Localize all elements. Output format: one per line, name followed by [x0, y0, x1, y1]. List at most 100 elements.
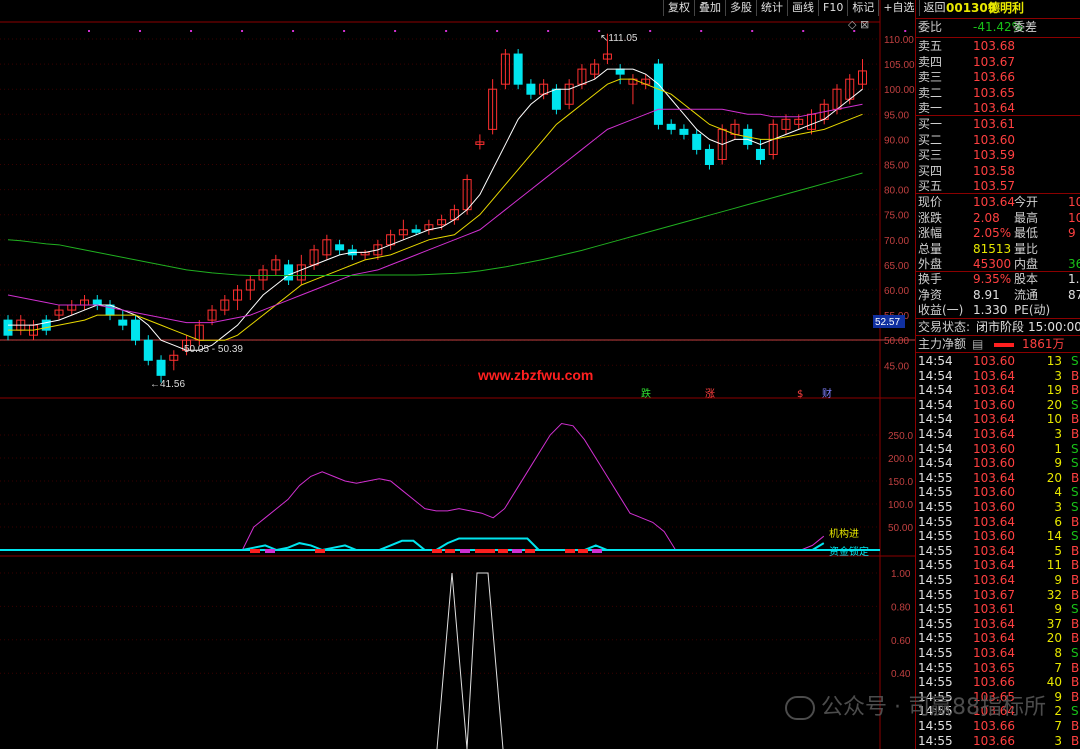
tick-row[interactable]: 14:54 103.60 20 S — [918, 398, 1080, 414]
ind1-signal-bar — [525, 549, 535, 553]
toolbar-btn-biaoji[interactable]: 标记 — [847, 0, 878, 16]
tick-row[interactable]: 14:54 103.64 3 B — [918, 369, 1080, 385]
price-axis-tick: 85.00 — [884, 161, 909, 172]
price-axis-tick: 110.00 — [884, 35, 914, 46]
ind2-line — [436, 572, 504, 749]
tick-row[interactable]: 14:55 103.60 3 S — [918, 500, 1080, 516]
ind1-signal-bar — [512, 549, 522, 553]
tick-row[interactable]: 14:54 103.64 3 B — [918, 427, 1080, 443]
candle-body — [131, 319, 141, 341]
quote-row: 换手 9.35% 股本 1. — [918, 272, 1080, 286]
tick-row[interactable]: 14:55 103.64 11 B — [918, 558, 1080, 574]
candle-body — [666, 123, 676, 130]
ind2-axis-tick: 0.60 — [891, 636, 911, 647]
panel-toggle-icons[interactable]: ◇ ⊠ — [848, 18, 869, 31]
toolbar-btn-duogu[interactable]: 多股 — [725, 0, 756, 16]
range-label: 50.05 - 50.39 — [184, 344, 243, 355]
quote-row: 卖三 103.66 — [918, 70, 1015, 84]
stock-header: 001309 德明利 — [918, 1, 1080, 17]
low-label: ←41.56 — [150, 379, 185, 390]
ind1-cyan-line — [60, 537, 825, 552]
price-tag-text: 52.57 — [875, 317, 900, 328]
candle-body — [335, 244, 345, 251]
tick-row[interactable]: 14:55 103.61 9 S — [918, 602, 1080, 618]
tick-row[interactable]: 14:55 103.64 6 B — [918, 515, 1080, 531]
toolbar: 复权 叠加 多股 统计 画线 F10 标记 +自选 返回 — [663, 0, 950, 16]
ind1-signal-bar — [460, 549, 470, 553]
quote-row: 买四 103.58 — [918, 163, 1015, 178]
tick-row[interactable]: 14:55 103.64 5 B — [918, 544, 1080, 560]
quote-row: 卖二 103.65 — [918, 85, 1015, 100]
toolbar-btn-tongji[interactable]: 统计 — [756, 0, 787, 16]
tick-row[interactable]: 14:54 103.60 13 S — [918, 354, 1080, 370]
tick-row[interactable]: 14:55 103.64 20 B — [918, 631, 1080, 647]
quote-row: 买一 103.61 — [918, 117, 1015, 131]
tick-row[interactable]: 14:54 103.64 10 B — [918, 412, 1080, 428]
quote-row: 净资8.91流通872 — [918, 287, 1080, 302]
tick-row[interactable]: 14:54 103.60 9 S — [918, 456, 1080, 472]
kline-chart[interactable]: 110.00 105.00 100.00 95.00 90.00 85.00 80.00 75… — [0, 0, 915, 749]
price-axis-tick: 75.00 — [884, 211, 909, 222]
candle-body — [692, 133, 702, 150]
price-axis-tick: 60.00 — [884, 286, 909, 297]
ind1-axis-tick: 50.00 — [888, 523, 913, 534]
event-mark: 涨 — [705, 388, 715, 400]
candle-body — [615, 68, 625, 75]
toolbar-btn-f10[interactable]: F10 — [818, 0, 847, 16]
tick-row[interactable]: 14:55 103.64 37 B — [918, 617, 1080, 633]
quote-row: 买二 103.60 — [918, 132, 1015, 147]
candle-body — [3, 319, 13, 336]
tick-row[interactable]: 14:55 103.64 8 S — [918, 646, 1080, 662]
tick-row[interactable]: 14:55 103.65 7 B — [918, 661, 1080, 677]
weibi-row: 委比 -41.42% 委差 — [918, 20, 1038, 34]
ind1-axis-tick: 200.0 — [888, 454, 913, 465]
quote-row: 收益(一) 1.330 PE(动) — [918, 303, 1051, 317]
quote-row: 买三 103.59 — [918, 148, 1015, 162]
tick-row[interactable]: 14:55 103.60 14 S — [918, 529, 1080, 545]
quote-row: 涨幅 2.05% 最低 9 — [918, 226, 1076, 240]
tick-row[interactable]: 14:55 103.60 4 S — [918, 485, 1080, 501]
main-flow: 主力净额 ▤ 1861万 — [918, 337, 1065, 352]
ind1-signal-bar — [565, 549, 575, 553]
tick-row[interactable]: 14:55 103.64 9 B — [918, 573, 1080, 589]
candle-body — [411, 229, 421, 233]
candle-body — [679, 128, 689, 135]
tick-row[interactable]: 14:54 103.60 1 S — [918, 442, 1080, 458]
website-text: www.zbzfwu.com — [477, 367, 593, 383]
candle-body — [92, 299, 102, 306]
tick-row[interactable]: 14:55 103.66 3 B — [918, 734, 1080, 749]
quote-row: 卖四 103.67 — [918, 54, 1015, 69]
ind1-signal-bar — [315, 549, 325, 553]
tick-row[interactable]: 14:55 103.64 20 B — [918, 471, 1080, 487]
ind1-signal-bar — [250, 549, 260, 553]
candle-body — [526, 83, 536, 95]
ind1-axis-tick: 100.0 — [888, 500, 913, 511]
event-mark: 跌 — [641, 387, 651, 400]
toolbar-btn-diejia[interactable]: 叠加 — [694, 0, 725, 16]
tick-row[interactable]: 14:54 103.64 19 B — [918, 383, 1080, 399]
event-mark: 财 — [822, 387, 832, 400]
candle-body — [653, 63, 663, 125]
ma10-line — [8, 78, 863, 341]
ind2-axis-tick: 0.40 — [891, 669, 911, 680]
candle-body — [156, 359, 166, 376]
ma60-line — [7, 172, 863, 276]
price-axis-tick: 70.00 — [884, 236, 909, 247]
candle-body — [118, 319, 128, 326]
price-axis-tick: 105.00 — [884, 60, 915, 71]
candle-body — [704, 148, 714, 166]
toolbar-btn-zixuan[interactable]: +自选 — [878, 0, 918, 16]
tick-row[interactable]: 14:55 103.67 32 B — [918, 588, 1080, 604]
toolbar-btn-fuquan[interactable]: 复权 — [663, 0, 694, 16]
ind1-label-jigoujin: 机构进 — [829, 527, 859, 540]
quote-row: 现价 103.64 今开 10 — [918, 195, 1080, 209]
toolbar-btn-huaxian[interactable]: 画线 — [787, 0, 818, 16]
ind1-signal-bar — [578, 549, 588, 553]
flow-info-icon[interactable]: ▤ — [972, 337, 983, 352]
quote-row: 卖五 103.68 — [918, 39, 1015, 53]
tick-row[interactable]: 14:55 103.66 7 B — [918, 719, 1080, 735]
candlestick-series — [3, 33, 867, 383]
trade-status: 交易状态: 闭市阶段 15:00:00 — [918, 320, 1080, 334]
ind1-signal-bar — [485, 549, 495, 553]
price-axis-tick: 100.00 — [884, 85, 915, 96]
